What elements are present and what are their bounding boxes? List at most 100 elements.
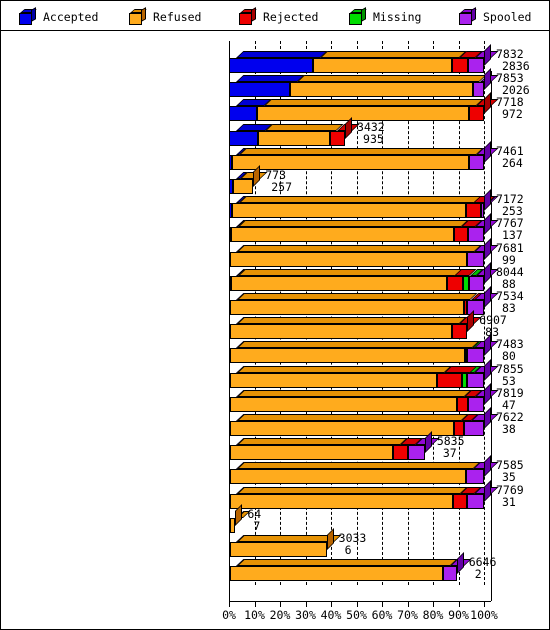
- bar-segment-accepted[interactable]: [229, 130, 259, 146]
- bar-segment-rejected[interactable]: [454, 227, 469, 243]
- bar-segment-accepted[interactable]: [229, 58, 314, 73]
- bar-value-total: 7681: [496, 240, 524, 255]
- bar-value-labels: 64 7: [247, 508, 261, 532]
- bar-row[interactable]: i2pn.org748380: [229, 334, 524, 367]
- bar-segment-refused[interactable]: [231, 203, 467, 219]
- bar-value-secondary: 35: [502, 470, 516, 485]
- bar-segment-rejected[interactable]: [451, 324, 468, 340]
- bar-end-cap: [484, 407, 491, 429]
- bar-value-labels: 773 257: [265, 169, 292, 193]
- bar-segment-rejected[interactable]: [452, 58, 469, 73]
- legend-label: Refused: [153, 10, 202, 24]
- bar-segment-refused[interactable]: [230, 348, 465, 364]
- bar-row[interactable]: news.chmurka.net30336: [229, 528, 484, 561]
- bar-segment-spooled[interactable]: [472, 82, 484, 98]
- bar-value-labels: 7622 38: [496, 411, 524, 435]
- bar-row[interactable]: usenet.goja.nl.eu.org7172253: [229, 189, 524, 222]
- bar-segment-spooled[interactable]: [466, 493, 484, 509]
- bar-segment-refused[interactable]: [230, 300, 464, 315]
- bar-segment-refused[interactable]: [229, 493, 453, 509]
- bar-row[interactable]: nntp.comgw.net753483: [229, 286, 524, 319]
- x-axis-tick-label: 90%: [448, 608, 469, 622]
- bar-segment-refused[interactable]: [232, 179, 254, 194]
- bar-row[interactable]: news.corradoroberto.it773257: [229, 165, 484, 198]
- bar-row[interactable]: usenet.network690783: [229, 310, 507, 343]
- bar-end-cap: [484, 92, 491, 115]
- bar-segment-rejected[interactable]: [466, 203, 482, 219]
- bar-segment-refused[interactable]: [229, 396, 457, 412]
- bar-value-secondary: 99: [502, 252, 516, 267]
- bar-end-cap: [484, 213, 491, 236]
- bar-segment-refused[interactable]: [231, 227, 455, 243]
- bar-value-total: 7461: [496, 143, 524, 158]
- bar-segment-refused[interactable]: [230, 251, 468, 267]
- bar-value-labels: 7769 31: [496, 484, 524, 508]
- bar-segment-spooled[interactable]: [467, 348, 484, 364]
- bar-segment-top: [236, 438, 408, 446]
- bar-segment-spooled[interactable]: [468, 396, 484, 412]
- bar-segment-rejected[interactable]: [452, 493, 467, 509]
- bar-value-total: 7769: [496, 482, 524, 497]
- bar-segment-spooled[interactable]: [464, 421, 484, 436]
- bar-row[interactable]: news.hispagatos.org7767137: [229, 213, 524, 246]
- bar-segment-spooled[interactable]: [468, 227, 484, 243]
- bar-value-secondary: 2: [474, 567, 482, 582]
- bar-segment-top: [236, 75, 305, 83]
- bar-row[interactable]: news.bbs.nz804488: [229, 261, 524, 295]
- bars-container: nyheter.lysator.liu.se78322836news.netfr…: [229, 41, 530, 601]
- x-axis-tick: [458, 602, 460, 607]
- bar-segment-spooled[interactable]: [468, 58, 484, 73]
- bar-segment-top: [265, 123, 345, 131]
- bar-segment-spooled[interactable]: [442, 566, 457, 582]
- bar-segment-spooled[interactable]: [408, 445, 425, 461]
- bar-segment-rejected[interactable]: [392, 445, 409, 461]
- bar-segment-refused[interactable]: [313, 58, 453, 73]
- legend-item-refused: Refused: [129, 6, 202, 27]
- bar-segment-accepted[interactable]: [229, 82, 291, 98]
- bar-row[interactable]: news.netfront.net78532026: [229, 68, 530, 101]
- bar-row[interactable]: nyheter.lysator.liu.se78322836: [229, 44, 530, 77]
- bar-segment-rejected[interactable]: [329, 130, 346, 146]
- bar-row[interactable]: usenet.blueworldhosting.com66462: [229, 552, 496, 585]
- bar-segment-rejected[interactable]: [436, 372, 463, 388]
- legend-swatch-icon: [19, 6, 37, 25]
- bar-row[interactable]: news.samoylyk.net758535: [229, 455, 524, 488]
- bar-segment-refused[interactable]: [229, 445, 393, 461]
- bar-segment-refused[interactable]: [258, 130, 330, 146]
- bar-value-labels: 7819 47: [496, 387, 524, 411]
- bar-segment-rejected[interactable]: [447, 275, 463, 291]
- bar-segment-refused[interactable]: [230, 275, 448, 291]
- bar-value-secondary: 37: [442, 446, 457, 461]
- bar-end-cap: [484, 68, 491, 91]
- bar-value-secondary: 972: [502, 107, 523, 122]
- bar-row[interactable]: news.weretis.net781947: [229, 382, 524, 416]
- bar-value-total: 7819: [496, 385, 524, 400]
- x-axis-tick: [356, 602, 358, 607]
- bar-end-cap: [484, 140, 491, 163]
- bar-value-labels: 6907 83: [479, 314, 507, 338]
- bar-segment-accepted[interactable]: [229, 106, 258, 122]
- bar-segment-refused[interactable]: [229, 542, 327, 557]
- bar-segment-top: [320, 51, 467, 58]
- bar-segment-spooled[interactable]: [468, 275, 484, 291]
- bar-row[interactable]: news.tnetconsulting.net776931: [229, 479, 524, 513]
- bar-end-cap: [484, 455, 491, 478]
- bar-row[interactable]: news.quux.org583537: [229, 431, 484, 464]
- bar-row[interactable]: news.nntp4.net768199: [229, 237, 524, 271]
- bar-segment-rejected[interactable]: [468, 106, 484, 122]
- bar-value-total: 6646: [468, 555, 497, 570]
- bar-row[interactable]: news.nk.ca785553: [229, 358, 524, 392]
- bar-segment-rejected[interactable]: [456, 396, 469, 412]
- bar-segment-spooled[interactable]: [465, 469, 484, 485]
- bar-segment-spooled[interactable]: [467, 372, 484, 388]
- bar-segment-refused[interactable]: [229, 566, 443, 582]
- bar-segment-refused[interactable]: [229, 421, 455, 436]
- bar-segment-refused[interactable]: [290, 82, 473, 98]
- bar-segment-spooled[interactable]: [468, 154, 484, 170]
- bar-segment-refused[interactable]: [229, 469, 466, 485]
- bar-value-secondary: 83: [502, 301, 516, 315]
- bar-segment-refused[interactable]: [230, 372, 437, 388]
- bar-segment-spooled[interactable]: [467, 251, 484, 267]
- bar-segment-refused[interactable]: [230, 324, 452, 340]
- bar-row[interactable]: news.furie.org.uk3432935: [229, 116, 484, 150]
